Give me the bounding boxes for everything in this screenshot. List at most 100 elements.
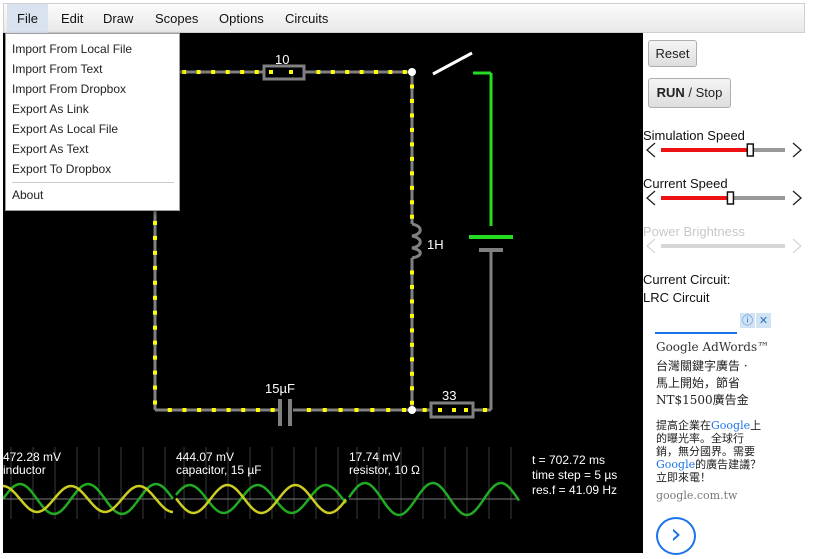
current-dot xyxy=(370,408,375,412)
current-dot xyxy=(153,385,157,390)
simulation-speed-slider[interactable] xyxy=(646,142,802,158)
menu-scopes[interactable]: Scopes xyxy=(145,4,208,33)
menu-import-local-file[interactable]: Import From Local File xyxy=(12,40,172,58)
current-dot xyxy=(211,70,216,74)
ad-domain[interactable]: google.com.tw xyxy=(656,489,737,502)
current-dot xyxy=(410,371,414,376)
menu-import-dropbox[interactable]: Import From Dropbox xyxy=(12,80,172,98)
current-dot xyxy=(345,70,350,74)
current-dot xyxy=(388,70,393,74)
power-brightness-slider xyxy=(646,238,802,254)
current-dot xyxy=(241,408,246,412)
menu-export-link[interactable]: Export As Link xyxy=(12,100,172,118)
scope-resistor-value: 17.74 mV xyxy=(349,450,400,464)
current-dot xyxy=(410,357,414,362)
current-dot xyxy=(410,185,414,190)
current-dot xyxy=(153,325,157,330)
current-dot xyxy=(354,408,359,412)
junction-node-bottom[interactable] xyxy=(408,406,416,414)
current-speed-slider[interactable] xyxy=(646,190,802,206)
current-dot xyxy=(402,70,407,74)
run-stop-button[interactable]: RUN / Stop xyxy=(648,78,731,108)
battery-positive-wire[interactable] xyxy=(473,71,493,226)
menu-file[interactable]: File xyxy=(7,4,48,33)
chevron-right-icon[interactable] xyxy=(792,142,802,158)
menu-circuits[interactable]: Circuits xyxy=(275,4,338,33)
current-dot xyxy=(422,408,427,412)
simulation-speed-thumb[interactable] xyxy=(746,143,755,157)
current-dot xyxy=(153,295,157,300)
sim-res-freq: res.f = 41.09 Hz xyxy=(532,483,617,497)
current-dot xyxy=(410,299,414,304)
current-dot xyxy=(402,408,407,412)
current-dot xyxy=(270,408,275,412)
current-dot xyxy=(197,408,202,412)
chevron-left-icon[interactable] xyxy=(646,142,656,158)
reset-button[interactable]: Reset xyxy=(648,40,697,67)
current-dot xyxy=(374,70,378,74)
ad-close-icon[interactable]: ✕ xyxy=(756,313,771,328)
current-dot xyxy=(153,355,157,360)
current-dot xyxy=(410,171,414,176)
current-dot xyxy=(410,270,414,275)
menu-about[interactable]: About xyxy=(12,186,172,204)
current-dot xyxy=(269,70,273,74)
junction-node-top[interactable] xyxy=(408,68,416,76)
current-dot xyxy=(182,70,187,74)
current-dot xyxy=(483,408,487,412)
menu-export-text[interactable]: Export As Text xyxy=(12,140,172,158)
scope-capacitor-name: capacitor, 15 µF xyxy=(176,463,262,477)
current-dot xyxy=(182,408,187,412)
chevron-left-icon[interactable] xyxy=(646,190,656,206)
chevron-right-icon: › xyxy=(670,517,682,550)
current-speed-thumb[interactable] xyxy=(726,191,735,205)
inductor-coil[interactable] xyxy=(411,222,422,260)
chevron-right-icon[interactable] xyxy=(792,190,802,206)
resistor-bottom-label: 33 xyxy=(442,388,456,403)
ad-arrow-button[interactable]: › xyxy=(656,517,696,555)
menu-export-local-file[interactable]: Export As Local File xyxy=(12,120,172,138)
ad-info-icon[interactable]: ⓘ xyxy=(740,313,755,328)
menu-options[interactable]: Options xyxy=(209,4,274,33)
current-dot xyxy=(359,70,364,74)
current-dot xyxy=(410,142,414,147)
scope-inductor-name: inductor xyxy=(3,463,46,477)
menu-export-dropbox[interactable]: Export To Dropbox xyxy=(12,160,172,178)
scope-inductor-value: 472.28 mV xyxy=(3,450,61,464)
menu-edit[interactable]: Edit xyxy=(51,4,93,33)
current-dot xyxy=(410,156,414,161)
ad-headline-2[interactable]: 馬上開始，節省 xyxy=(656,374,740,391)
menu-separator xyxy=(12,182,174,183)
run-label: RUN xyxy=(656,85,685,100)
ad-brand[interactable]: Google AdWords™ xyxy=(656,340,769,354)
current-dot xyxy=(196,70,201,74)
current-dot xyxy=(255,408,260,412)
chevron-right-icon xyxy=(792,238,802,254)
capacitor-label: 15µF xyxy=(265,381,295,396)
switch-lever[interactable] xyxy=(432,51,473,76)
advertisement[interactable]: ⓘ ✕ Google AdWords™ 台灣關鍵字廣告 · 馬上開始，節省 NT… xyxy=(653,312,773,555)
current-dot xyxy=(289,70,293,74)
resistor-top-label: 10 xyxy=(275,52,289,67)
scope-area[interactable] xyxy=(3,447,521,519)
current-dot xyxy=(153,400,157,405)
current-dot xyxy=(306,408,311,412)
ad-headline-1[interactable]: 台灣關鍵字廣告 · xyxy=(656,357,748,374)
menu-draw[interactable]: Draw xyxy=(93,4,143,33)
current-dot xyxy=(410,127,414,132)
current-dot xyxy=(240,70,245,74)
current-dot xyxy=(167,408,172,412)
menu-import-text[interactable]: Import From Text xyxy=(12,60,172,78)
current-dot xyxy=(153,265,157,270)
file-menu-dropdown: Import From Local File Import From Text … xyxy=(5,33,180,211)
ad-top-rule xyxy=(655,332,737,334)
current-dot xyxy=(386,408,391,412)
stop-label: / Stop xyxy=(688,85,723,100)
current-dot xyxy=(464,408,468,412)
current-dot xyxy=(410,113,414,118)
inductor-label: 1H xyxy=(427,237,444,252)
ad-headline-3[interactable]: NT$1500廣告金 xyxy=(656,391,749,408)
current-dot xyxy=(410,214,414,219)
current-dot xyxy=(410,400,414,405)
current-dot xyxy=(452,408,456,412)
